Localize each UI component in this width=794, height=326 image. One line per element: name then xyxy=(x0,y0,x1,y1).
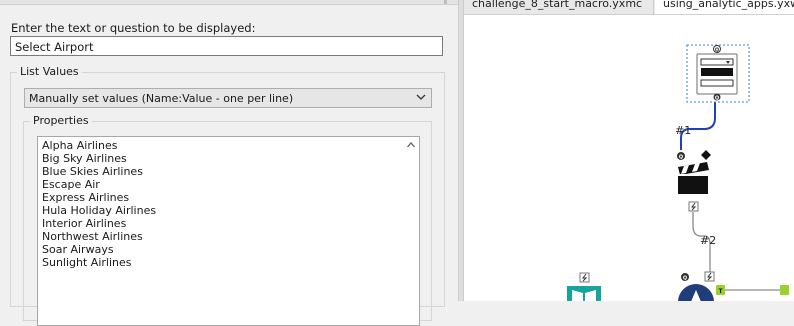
workflow-diagram: Q Q Q Q T xyxy=(567,44,789,301)
anchor-letter: Q xyxy=(683,276,687,282)
properties-legend: Properties xyxy=(30,114,92,127)
property-line: Interior Airlines xyxy=(42,217,127,230)
connection-label: #1 xyxy=(675,124,692,137)
property-line: Big Sky Airlines xyxy=(42,152,127,165)
list-mode-dropdown[interactable]: Manually set values (Name:Value - one pe… xyxy=(24,88,432,108)
prompt-text-input[interactable]: Select Airport xyxy=(10,36,443,56)
property-line: Soar Airways xyxy=(42,243,114,256)
list-values-group: List Values Manually set values (Name:Va… xyxy=(10,65,445,326)
property-line: Express Airlines xyxy=(42,191,130,204)
book-icon xyxy=(567,286,601,301)
property-line: Blue Skies Airlines xyxy=(42,165,143,178)
scroll-up-icon[interactable] xyxy=(406,140,416,150)
panel-header-grip xyxy=(444,0,447,4)
property-line: Alpha Airlines xyxy=(42,139,118,152)
panel-header-strip xyxy=(0,0,458,5)
list-values-legend: List Values xyxy=(17,65,82,78)
chevron-down-icon xyxy=(416,94,426,100)
downstream-tool-anchor xyxy=(780,285,789,295)
macro-output-tool[interactable]: Q T xyxy=(678,271,789,301)
property-line: Hula Holiday Airlines xyxy=(42,204,157,217)
list-mode-value: Manually set values (Name:Value - one pe… xyxy=(29,92,294,105)
anchor-letter: Q xyxy=(715,48,719,54)
configuration-panel: Enter the text or question to be display… xyxy=(0,0,458,326)
anchor-letter: Q xyxy=(679,155,683,161)
action-diamond-icon xyxy=(701,150,711,160)
action-tool[interactable]: Q xyxy=(677,150,711,212)
prompt-label: Enter the text or question to be display… xyxy=(11,21,256,35)
drop-down-tool[interactable]: Q Q xyxy=(686,44,750,103)
property-line: Sunlight Airlines xyxy=(42,256,132,269)
property-line: Northwest Airlines xyxy=(42,230,143,243)
dropdown-icon xyxy=(696,53,738,95)
properties-textarea[interactable]: Alpha Airlines Big Sky Airlines Blue Ski… xyxy=(37,136,420,326)
anchor-letter: Q xyxy=(715,96,719,102)
wizard-icon xyxy=(678,284,714,301)
properties-group: Properties Alpha Airlines Big Sky Airlin… xyxy=(23,114,432,326)
property-line: Escape Air xyxy=(42,178,100,191)
properties-scrollbar[interactable] xyxy=(403,137,419,325)
clapperboard-icon xyxy=(678,162,709,194)
workflow-canvas[interactable]: challenge_8_start_macro.yxmc using_analy… xyxy=(464,0,794,301)
book-tool[interactable] xyxy=(567,272,601,301)
connection-label: #2 xyxy=(700,234,717,247)
